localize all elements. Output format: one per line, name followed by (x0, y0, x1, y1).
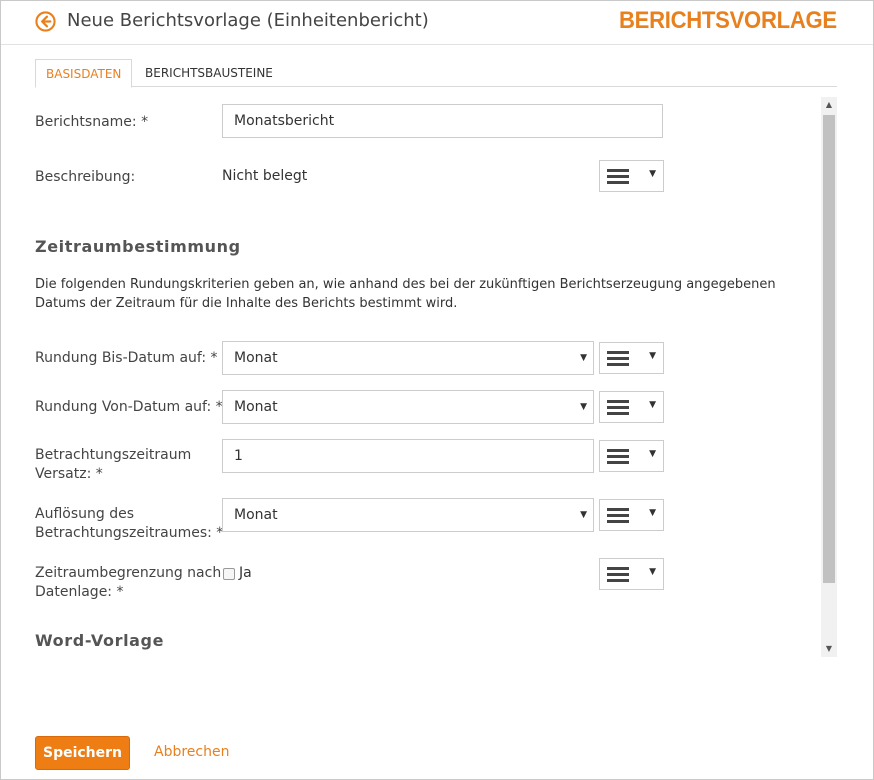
round-from-label: Rundung Von-Datum auf: * (35, 399, 223, 415)
round-from-select[interactable]: Monat ▼ (222, 390, 594, 424)
data-limit-label-line1: Zeitraumbegrenzung nach (35, 565, 222, 581)
data-limit-label: Zeitraumbegrenzung nach Datenlage: * (35, 564, 221, 602)
data-limit-menu-button[interactable]: ▼ (599, 558, 664, 590)
hamburger-icon (607, 449, 629, 465)
back-arrow-icon[interactable] (35, 11, 56, 32)
round-to-menu-button[interactable]: ▼ (599, 342, 664, 374)
caret-down-icon: ▼ (649, 567, 656, 577)
period-resolution-value: Monat (234, 507, 278, 523)
scroll-up-arrow-icon[interactable]: ▲ (821, 97, 837, 113)
caret-down-icon: ▼ (649, 400, 656, 410)
description-label: Beschreibung: (35, 169, 136, 185)
scrollbar-thumb[interactable] (823, 115, 835, 583)
page-title: Neue Berichtsvorlage (Einheitenbericht) (67, 10, 429, 31)
period-offset-input[interactable]: 1 (222, 439, 594, 473)
period-resolution-label-line2: Betrachtungszeitraumes: * (35, 525, 224, 541)
period-offset-label: Betrachtungszeitraum Versatz: * (35, 446, 191, 484)
timeframe-description: Die folgenden Rundungskriterien geben an… (35, 277, 776, 311)
data-limit-checkbox[interactable] (223, 568, 235, 580)
scroll-down-arrow-icon[interactable]: ▼ (821, 641, 837, 657)
report-name-input[interactable]: Monatsbericht (222, 104, 663, 138)
period-resolution-menu-button[interactable]: ▼ (599, 499, 664, 531)
period-resolution-label: Auflösung des Betrachtungszeitraumes: * (35, 505, 223, 543)
tab-bar: BASISDATEN BERICHTSBAUSTEINE (35, 59, 837, 88)
period-offset-menu-button[interactable]: ▼ (599, 440, 664, 472)
round-to-label: Rundung Bis-Datum auf: * (35, 350, 218, 366)
hamburger-icon (607, 400, 629, 416)
data-limit-label-line2: Datenlage: * (35, 584, 124, 600)
hamburger-icon (607, 508, 629, 524)
save-button[interactable]: Speichern (35, 736, 130, 770)
data-limit-checkbox-label: Ja (239, 565, 252, 581)
caret-down-icon: ▼ (649, 169, 656, 179)
dialog-header: Neue Berichtsvorlage (Einheitenbericht) … (1, 1, 873, 45)
description-menu-button[interactable]: ▼ (599, 160, 664, 192)
period-resolution-label-line1: Auflösung des (35, 506, 135, 522)
form-scrollbar[interactable]: ▲ ▼ (821, 97, 837, 657)
period-offset-label-line2: Versatz: * (35, 466, 103, 482)
period-offset-label-line1: Betrachtungszeitraum (35, 447, 192, 463)
round-from-menu-button[interactable]: ▼ (599, 391, 664, 423)
caret-down-icon: ▼ (649, 351, 656, 361)
hamburger-icon (607, 567, 629, 583)
word-template-heading: Word-Vorlage (35, 631, 165, 650)
round-from-value: Monat (234, 399, 278, 415)
chevron-down-icon: ▼ (580, 353, 587, 363)
dialog-window: Neue Berichtsvorlage (Einheitenbericht) … (0, 0, 874, 780)
tab-berichtsbausteine[interactable]: BERICHTSBAUSTEINE (135, 59, 283, 87)
cancel-link[interactable]: Abbrechen (154, 744, 229, 760)
chevron-down-icon: ▼ (580, 402, 587, 412)
form-scroll-area: Berichtsname: * Monatsbericht Beschreibu… (35, 97, 837, 657)
chevron-down-icon: ▼ (580, 510, 587, 520)
tab-basisdaten[interactable]: BASISDATEN (35, 59, 133, 88)
description-value: Nicht belegt (222, 168, 308, 184)
round-to-select[interactable]: Monat ▼ (222, 341, 594, 375)
timeframe-section-heading: Zeitraumbestimmung (35, 237, 241, 256)
hamburger-icon (607, 169, 629, 185)
round-to-value: Monat (234, 350, 278, 366)
period-resolution-select[interactable]: Monat ▼ (222, 498, 594, 532)
report-name-label: Berichtsname: * (35, 114, 149, 130)
brand-title: BERICHTSVORLAGE (619, 7, 837, 34)
hamburger-icon (607, 351, 629, 367)
caret-down-icon: ▼ (649, 449, 656, 459)
caret-down-icon: ▼ (649, 508, 656, 518)
